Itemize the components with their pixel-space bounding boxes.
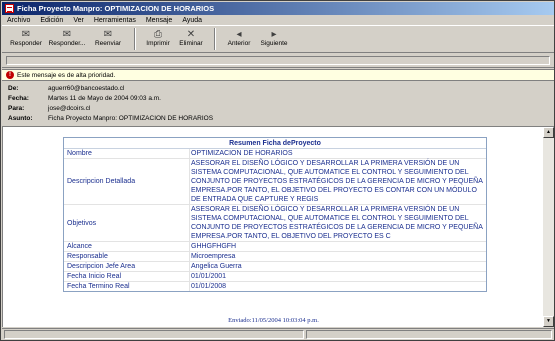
menu-bar: Archivo Edición Ver Herramientas Mensaje…: [2, 15, 554, 26]
ficha-table: Resumen Ficha deProyecto Nombre OPTIMIZA…: [63, 137, 487, 292]
table-row: Responsable Microempresa: [64, 252, 486, 262]
toolbar-separator: [214, 28, 216, 50]
menu-ver[interactable]: Ver: [68, 17, 89, 24]
table-row: Descripcion Jefe Area Angelica Guerra: [64, 262, 486, 272]
menu-mensaje[interactable]: Mensaje: [141, 17, 177, 24]
message-body[interactable]: Resumen Ficha deProyecto Nombre OPTIMIZA…: [2, 126, 543, 327]
title-bar[interactable]: Ficha Proyecto Manpro: OPTIMIZACION DE H…: [2, 2, 554, 15]
table-row: Objetivos ASESORAR EL DISEÑO LÓGICO Y DE…: [64, 205, 486, 242]
table-row: Alcance GHHGFHGFH: [64, 242, 486, 252]
reply-all-button[interactable]: ✉ Responder...: [46, 27, 88, 51]
menu-edicion[interactable]: Edición: [35, 17, 68, 24]
reply-all-icon: ✉: [62, 29, 72, 40]
reply-icon: ✉: [21, 29, 31, 40]
to-value[interactable]: jose@dcoirs.cl: [48, 105, 90, 112]
delete-button[interactable]: ✕ Eliminar: [174, 27, 208, 51]
delete-icon: ✕: [186, 29, 196, 40]
row-value: Microempresa: [191, 253, 236, 260]
to-label: Para:: [8, 105, 25, 112]
row-value: GHHGFHGFH: [191, 243, 237, 250]
table-row: Nombre OPTIMIZACION DE HORARIOS: [64, 149, 486, 159]
toolbar: ✉ Responder ✉ Responder... ✉ Reenviar ⎙ …: [2, 27, 554, 53]
row-key: Fecha Termino Real: [64, 282, 190, 291]
window-title: Ficha Proyecto Manpro: OPTIMIZACION DE H…: [17, 4, 215, 13]
delete-label: Eliminar: [179, 40, 203, 47]
subject-label: Asunto:: [8, 115, 33, 122]
forward-button[interactable]: ✉ Reenviar: [88, 27, 128, 51]
header-from: De: aguerr60@bancoestado.cl: [8, 84, 124, 93]
toolbar-band: [2, 54, 554, 68]
table-row: Fecha Termino Real 01/01/2008: [64, 282, 486, 291]
date-label: Fecha:: [8, 95, 29, 102]
table-row: Descripcion Detallada ASESORAR EL DISEÑO…: [64, 159, 486, 205]
date-value: Martes 11 de Mayo de 2004 09:03 a.m.: [48, 95, 161, 102]
forward-icon: ✉: [103, 29, 113, 40]
print-label: Imprimir: [146, 40, 170, 47]
header-subject: Asunto: Ficha Proyecto Manpro: OPTIMIZAC…: [8, 114, 213, 123]
sent-timestamp: Enviado:11/05/2004 10:03:04 p.m.: [228, 317, 319, 324]
next-label: Siguiente: [260, 40, 288, 47]
row-value: 01/01/2001: [191, 273, 227, 280]
reply-label: Responder: [10, 40, 42, 47]
address-band: [6, 56, 550, 65]
from-value[interactable]: aguerr60@bancoestado.cl: [48, 85, 124, 92]
reply-all-label: Responder...: [48, 40, 86, 47]
row-key: Fecha Inicio Real: [64, 272, 190, 281]
high-priority-icon: !: [6, 71, 14, 79]
table-row: Fecha Inicio Real 01/01/2001: [64, 272, 486, 282]
row-key: Alcance: [64, 242, 190, 251]
previous-icon: ◂: [236, 29, 242, 40]
row-value: OPTIMIZACION DE HORARIOS: [191, 150, 293, 157]
subject-value: Ficha Proyecto Manpro: OPTIMIZACION DE H…: [48, 115, 214, 122]
print-button[interactable]: ⎙ Imprimir: [142, 27, 174, 51]
scroll-up-icon[interactable]: ▲: [543, 127, 554, 138]
email-window: Ficha Proyecto Manpro: OPTIMIZACION DE H…: [0, 0, 555, 341]
priority-infobar: ! Este mensaje es de alta prioridad.: [2, 69, 554, 81]
row-key: Descripcion Detallada: [64, 159, 190, 204]
row-value: Angelica Guerra: [191, 263, 242, 270]
next-icon: ▸: [271, 29, 277, 40]
row-value: ASESORAR EL DISEÑO LÓGICO Y DESARROLLAR …: [191, 206, 483, 240]
forward-label: Reenviar: [94, 40, 121, 47]
row-key: Descripcion Jefe Area: [64, 262, 190, 271]
toolbar-separator: [134, 28, 136, 50]
status-bar: [2, 328, 554, 340]
menu-ayuda[interactable]: Ayuda: [177, 17, 207, 24]
row-key: Nombre: [64, 149, 190, 158]
status-panel: [306, 330, 552, 339]
menu-archivo[interactable]: Archivo: [2, 17, 35, 24]
scroll-down-icon[interactable]: ▼: [543, 316, 554, 327]
menu-herramientas[interactable]: Herramientas: [89, 17, 141, 24]
row-key: Responsable: [64, 252, 190, 261]
print-icon: ⎙: [154, 29, 162, 40]
from-label: De:: [8, 85, 19, 92]
envelope-icon: [5, 4, 14, 13]
row-key: Objetivos: [64, 205, 190, 241]
reply-button[interactable]: ✉ Responder: [6, 27, 46, 51]
message-headers: De: aguerr60@bancoestado.cl Fecha: Marte…: [2, 82, 554, 126]
previous-button[interactable]: ◂ Anterior: [222, 27, 256, 51]
ficha-title: Resumen Ficha deProyecto: [64, 138, 486, 149]
row-value: 01/01/2008: [191, 283, 227, 290]
priority-text: Este mensaje es de alta prioridad.: [17, 71, 116, 79]
status-panel: [4, 330, 304, 339]
row-value: ASESORAR EL DISEÑO LÓGICO Y DESARROLLAR …: [191, 160, 483, 203]
header-to: Para: jose@dcoirs.cl: [8, 104, 90, 113]
previous-label: Anterior: [227, 40, 251, 47]
vertical-scrollbar[interactable]: ▲ ▼: [543, 126, 554, 327]
next-button[interactable]: ▸ Siguiente: [256, 27, 292, 51]
header-date: Fecha: Martes 11 de Mayo de 2004 09:03 a…: [8, 94, 161, 103]
